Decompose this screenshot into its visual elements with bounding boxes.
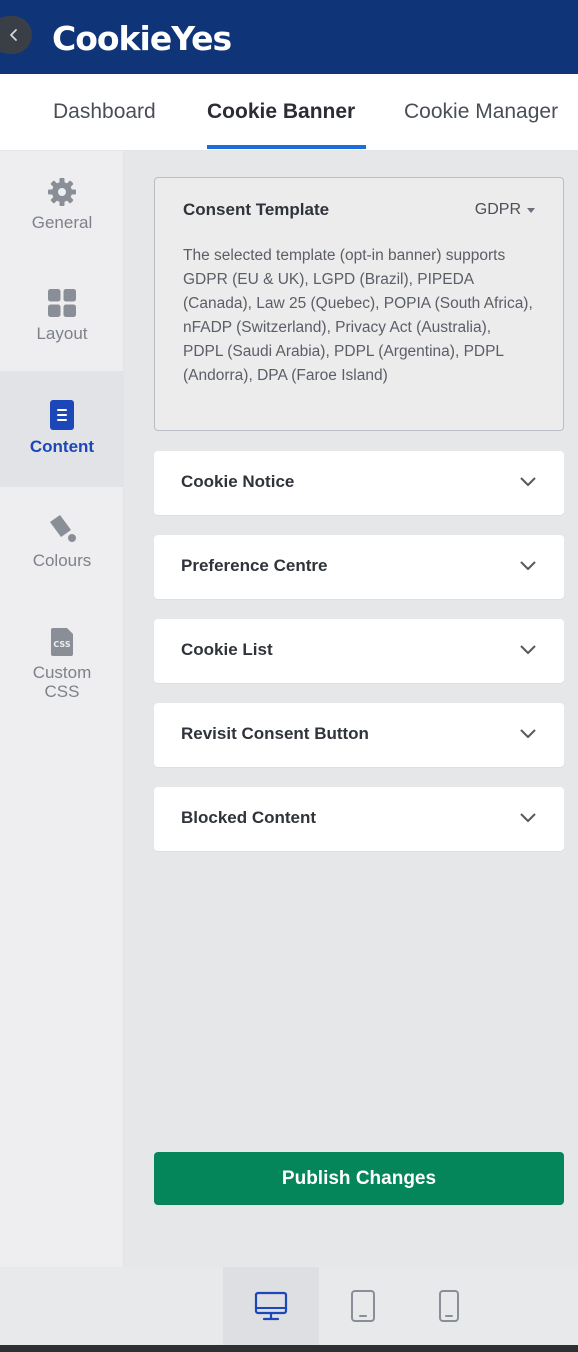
- caret-down-icon: [527, 207, 535, 213]
- section-label: Preference Centre: [181, 556, 328, 575]
- template-description: The selected template (opt-in banner) su…: [183, 247, 533, 384]
- consent-template-title: Consent Template: [183, 200, 330, 219]
- css-file-icon: CSS: [51, 628, 73, 656]
- section-label: Cookie List: [181, 640, 273, 659]
- chevron-down-icon: [520, 729, 536, 738]
- cookieyes-logo: CookieYes: [52, 19, 232, 58]
- device-preview-bar: [0, 1267, 578, 1345]
- sidebar-item-label: Content: [29, 437, 95, 456]
- tab-cookie-banner[interactable]: Cookie Banner: [207, 100, 355, 124]
- section-preference-centre[interactable]: Preference Centre: [154, 535, 564, 599]
- mobile-icon: [439, 1290, 459, 1322]
- chevron-down-icon: [520, 477, 536, 486]
- section-blocked-content[interactable]: Blocked Content: [154, 787, 564, 851]
- chevron-down-icon: [520, 561, 536, 570]
- top-tabs: Dashboard Cookie Banner Cookie Manager: [0, 74, 578, 151]
- sidebar-item-layout[interactable]: Layout: [0, 288, 124, 372]
- section-label: Blocked Content: [181, 808, 317, 827]
- chevron-down-icon: [520, 813, 536, 822]
- section-cookie-list[interactable]: Cookie List: [154, 619, 564, 683]
- active-tab-indicator: [207, 145, 366, 149]
- sidebar-item-label: Custom CSS: [32, 663, 92, 701]
- sidebar-item-custom-css[interactable]: CSS Custom CSS: [0, 627, 124, 707]
- sidebar-item-label: Layout: [36, 324, 88, 343]
- template-select-value: GDPR: [474, 201, 521, 218]
- document-icon: [50, 400, 74, 430]
- paint-bucket-icon: [50, 515, 76, 542]
- desktop-preview-button[interactable]: [223, 1267, 319, 1345]
- section-revisit-consent-button[interactable]: Revisit Consent Button: [154, 703, 564, 767]
- tablet-icon: [351, 1290, 375, 1322]
- tab-dashboard[interactable]: Dashboard: [53, 100, 156, 124]
- sidebar-item-general[interactable]: General: [0, 177, 124, 261]
- gear-icon: [48, 178, 76, 206]
- sidebar-item-colours[interactable]: Colours: [0, 513, 124, 597]
- layout-grid-icon: [48, 289, 76, 317]
- back-button[interactable]: [0, 16, 32, 54]
- sidebar-item-label: Colours: [32, 551, 92, 570]
- mobile-preview-button[interactable]: [401, 1267, 497, 1345]
- sidebar-item-label: General: [31, 213, 93, 232]
- chevron-down-icon: [520, 645, 536, 654]
- bottom-border: [0, 1345, 578, 1352]
- section-label: Cookie Notice: [181, 472, 295, 491]
- svg-text:CSS: CSS: [53, 640, 70, 649]
- tab-cookie-manager[interactable]: Cookie Manager: [404, 100, 558, 124]
- chevron-left-icon: [10, 29, 17, 41]
- section-label: Revisit Consent Button: [181, 724, 369, 743]
- consent-template-card: Consent Template GDPR The selected templ…: [154, 177, 564, 431]
- sidebar-item-content[interactable]: Content: [0, 371, 124, 487]
- settings-sidebar: General Layout Content Colours CSS Custo…: [0, 151, 124, 1267]
- tablet-preview-button[interactable]: [315, 1267, 411, 1345]
- section-cookie-notice[interactable]: Cookie Notice: [154, 451, 564, 515]
- publish-changes-button[interactable]: Publish Changes: [154, 1152, 564, 1205]
- template-select[interactable]: GDPR: [475, 201, 535, 219]
- app-header: CookieYes: [0, 0, 578, 74]
- desktop-icon: [254, 1291, 288, 1321]
